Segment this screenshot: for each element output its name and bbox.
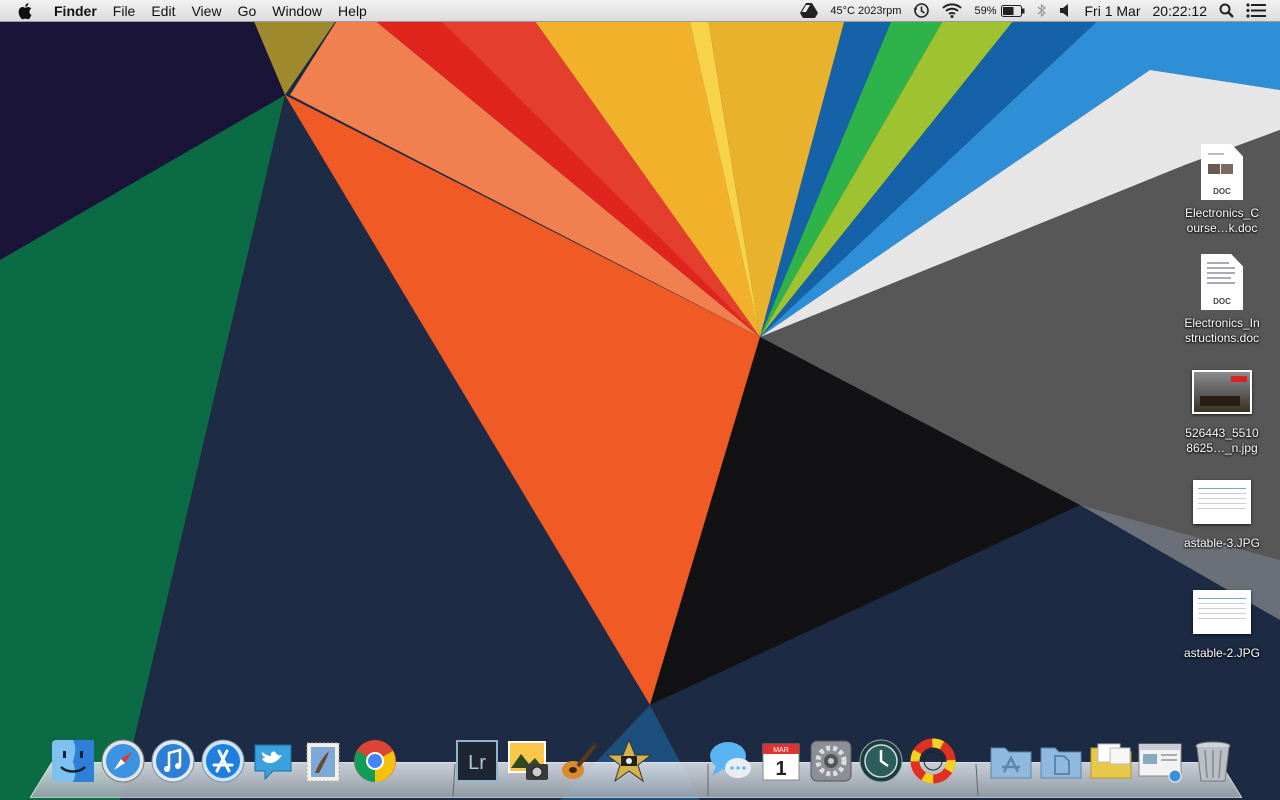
desktop-file-label-line: structions.doc bbox=[1184, 331, 1260, 345]
menu-edit[interactable]: Edit bbox=[143, 0, 183, 22]
battery-percent[interactable]: 59% bbox=[968, 0, 998, 22]
desktop-file-526443-jpg[interactable]: 526443_5510 8625…_n.jpg bbox=[1174, 362, 1270, 456]
desktop-file-label-line: 526443_5510 bbox=[1185, 426, 1259, 440]
fan-status-readout[interactable]: 45°C 2023rpm bbox=[824, 0, 907, 22]
desktop-file-astable-3-jpg[interactable]: astable-3.JPG bbox=[1174, 472, 1270, 551]
menu-file[interactable]: File bbox=[105, 0, 144, 22]
battery-icon[interactable] bbox=[999, 0, 1031, 22]
menu-bar: Finder File Edit View Go Window Help 45°… bbox=[0, 0, 1280, 22]
menu-app-finder[interactable]: Finder bbox=[46, 0, 105, 22]
iphoto-icon[interactable] bbox=[504, 736, 554, 786]
bluetooth-icon[interactable] bbox=[1031, 0, 1053, 22]
notification-center-icon[interactable] bbox=[1240, 0, 1272, 22]
desktop-wallpaper bbox=[0, 0, 1280, 800]
desktop-screen: Finder File Edit View Go Window Help 45°… bbox=[0, 0, 1280, 800]
desktop-file-label-line: 8625…_n.jpg bbox=[1186, 441, 1258, 455]
date-readout[interactable]: Fri 1 Mar bbox=[1079, 0, 1147, 22]
calendar-icon[interactable]: MAR 1 bbox=[756, 736, 806, 786]
lifesaver-icon[interactable] bbox=[908, 736, 958, 786]
doc-file-icon: DOC bbox=[1192, 252, 1252, 312]
applications-folder-icon[interactable] bbox=[986, 736, 1036, 786]
safari-icon[interactable] bbox=[98, 736, 148, 786]
lightroom-label: Lr bbox=[468, 752, 486, 774]
desktop-file-label: astable-2.JPG bbox=[1174, 646, 1270, 661]
twitter-icon[interactable] bbox=[248, 736, 298, 786]
time-readout[interactable]: 20:22:12 bbox=[1147, 0, 1214, 22]
doc-type-tag: DOC bbox=[1213, 297, 1231, 306]
menu-window[interactable]: Window bbox=[264, 0, 330, 22]
desktop-file-label-line: astable-2.JPG bbox=[1183, 646, 1261, 660]
menu-help[interactable]: Help bbox=[330, 0, 375, 22]
desktop-file-label-line: Electronics_In bbox=[1184, 316, 1260, 330]
image-file-icon bbox=[1192, 362, 1252, 422]
desktop-file-label: astable-3.JPG bbox=[1174, 536, 1270, 551]
dock: Lr MAR 1 bbox=[0, 736, 1280, 796]
desktop-file-electronics-instructions-doc[interactable]: DOC Electronics_In structions.doc bbox=[1174, 252, 1270, 346]
calendar-day: 1 bbox=[775, 758, 786, 780]
desktop-file-label-line: ourse…k.doc bbox=[1186, 221, 1258, 235]
lightroom-icon[interactable]: Lr bbox=[452, 736, 502, 786]
trash-icon[interactable] bbox=[1188, 736, 1238, 786]
itunes-icon[interactable] bbox=[148, 736, 198, 786]
wifi-icon[interactable] bbox=[936, 0, 968, 22]
image-file-icon bbox=[1192, 472, 1252, 532]
documents-folder-icon[interactable] bbox=[1036, 736, 1086, 786]
imovie-icon[interactable] bbox=[604, 736, 654, 786]
chrome-icon[interactable] bbox=[350, 736, 400, 786]
finder-icon[interactable] bbox=[48, 736, 98, 786]
spotlight-search-icon[interactable] bbox=[1213, 0, 1240, 22]
desktop-file-electronics-course-doc[interactable]: DOC Electronics_C ourse…k.doc bbox=[1174, 142, 1270, 236]
doc-file-icon: DOC bbox=[1192, 142, 1252, 202]
garageband-icon[interactable] bbox=[554, 736, 604, 786]
desktop-file-label: Electronics_In structions.doc bbox=[1174, 316, 1270, 346]
google-drive-icon[interactable] bbox=[794, 0, 824, 22]
app-store-icon[interactable] bbox=[198, 736, 248, 786]
messages-icon[interactable] bbox=[706, 736, 756, 786]
mail-stamp-icon[interactable] bbox=[298, 736, 348, 786]
finder-window-icon[interactable] bbox=[1136, 736, 1186, 786]
downloads-folder-icon[interactable] bbox=[1086, 736, 1136, 786]
menu-view[interactable]: View bbox=[183, 0, 229, 22]
desktop-file-label: Electronics_C ourse…k.doc bbox=[1174, 206, 1270, 236]
volume-icon[interactable] bbox=[1053, 0, 1079, 22]
menu-go[interactable]: Go bbox=[230, 0, 265, 22]
image-file-icon bbox=[1192, 582, 1252, 642]
desktop-file-label-line: Electronics_C bbox=[1184, 206, 1260, 220]
apple-menu-icon[interactable] bbox=[0, 0, 46, 22]
calendar-month: MAR bbox=[773, 747, 789, 754]
desktop-file-astable-2-jpg[interactable]: astable-2.JPG bbox=[1174, 582, 1270, 661]
system-preferences-icon[interactable] bbox=[806, 736, 856, 786]
time-machine-icon[interactable] bbox=[856, 736, 906, 786]
desktop-file-label: 526443_5510 8625…_n.jpg bbox=[1174, 426, 1270, 456]
doc-type-tag: DOC bbox=[1213, 187, 1231, 196]
time-machine-menu-icon[interactable] bbox=[907, 0, 936, 22]
desktop-file-label-line: astable-3.JPG bbox=[1183, 536, 1261, 550]
